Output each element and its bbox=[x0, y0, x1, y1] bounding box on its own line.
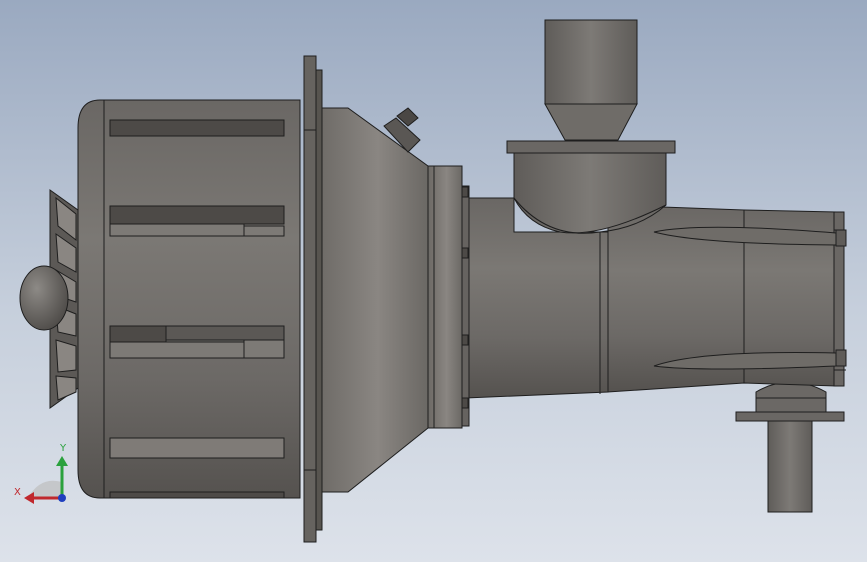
triad-y-label: Y bbox=[60, 443, 67, 454]
x-axis-arrow bbox=[24, 492, 34, 504]
burner-assembly-model[interactable] bbox=[0, 0, 867, 562]
triad-x-label: X bbox=[14, 487, 21, 498]
z-axis-dot bbox=[58, 494, 66, 502]
view-triad[interactable]: X Y bbox=[10, 440, 80, 510]
y-axis-arrow bbox=[56, 456, 68, 466]
graphics-viewport[interactable]: X Y bbox=[0, 0, 867, 562]
intake-dome[interactable] bbox=[19, 265, 69, 331]
right-housing[interactable] bbox=[607, 204, 847, 393]
top-inlet-funnel[interactable] bbox=[506, 19, 676, 234]
mounting-flange[interactable] bbox=[303, 55, 323, 543]
fan-housing[interactable] bbox=[77, 99, 301, 499]
cone-transition[interactable] bbox=[315, 107, 463, 493]
outlet-pipe[interactable] bbox=[735, 381, 845, 513]
